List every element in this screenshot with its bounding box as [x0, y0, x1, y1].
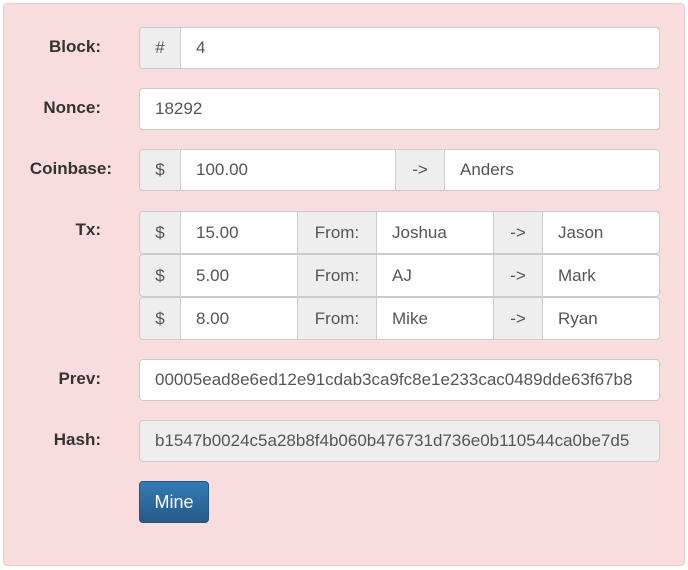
- block-prefix-addon: #: [139, 27, 181, 69]
- hash-label: Hash:: [53, 430, 101, 449]
- nonce-input[interactable]: 18292: [139, 88, 660, 130]
- tx-currency-addon: $: [139, 211, 181, 254]
- tx-row: $ 5.00 From: AJ -> Mark: [139, 254, 660, 297]
- block-input-group: # 4: [139, 27, 660, 69]
- block-number-input[interactable]: 4: [180, 27, 660, 69]
- block-hash-field: b1547b0024c5a28b8f4b060b476731d736e0b110…: [139, 420, 660, 462]
- coinbase-arrow-addon: ->: [395, 149, 445, 191]
- tx-from-addon: From:: [297, 254, 377, 297]
- tx-arrow-addon: ->: [493, 254, 543, 297]
- nonce-input-group: 18292: [139, 88, 660, 130]
- tx-sender-input[interactable]: Mike: [376, 297, 494, 340]
- tx-arrow-addon: ->: [493, 211, 543, 254]
- coinbase-amount-input[interactable]: 100.00: [180, 149, 396, 191]
- tx-amount-input[interactable]: 8.00: [180, 297, 298, 340]
- tx-sender-input[interactable]: Joshua: [376, 211, 494, 254]
- prev-hash-input[interactable]: 00005ead8e6ed12e91cdab3ca9fc8e1e233cac04…: [139, 359, 660, 401]
- coinbase-currency-addon: $: [139, 149, 181, 191]
- coinbase-recipient-input[interactable]: Anders: [444, 149, 660, 191]
- tx-sender-input[interactable]: AJ: [376, 254, 494, 297]
- tx-label: Tx:: [75, 220, 102, 239]
- tx-row: $ 8.00 From: Mike -> Ryan: [139, 297, 660, 340]
- tx-arrow-addon: ->: [493, 297, 543, 340]
- tx-amount-input[interactable]: 5.00: [180, 254, 298, 297]
- coinbase-input-group: $ 100.00 -> Anders: [139, 149, 660, 191]
- prev-input-group: 00005ead8e6ed12e91cdab3ca9fc8e1e233cac04…: [139, 359, 660, 401]
- nonce-label: Nonce:: [43, 98, 101, 117]
- tx-recipient-input[interactable]: Jason: [542, 211, 660, 254]
- coinbase-label: Coinbase:: [29, 159, 112, 178]
- tx-recipient-input[interactable]: Mark: [542, 254, 660, 297]
- prev-label: Prev:: [58, 369, 101, 388]
- hash-input-group: b1547b0024c5a28b8f4b060b476731d736e0b110…: [139, 420, 660, 462]
- tx-row: $ 15.00 From: Joshua -> Jason: [139, 211, 660, 254]
- tx-currency-addon: $: [139, 297, 181, 340]
- block-label: Block:: [49, 37, 101, 56]
- tx-currency-addon: $: [139, 254, 181, 297]
- mine-button[interactable]: Mine: [139, 481, 209, 523]
- tx-recipient-input[interactable]: Ryan: [542, 297, 660, 340]
- tx-from-addon: From:: [297, 211, 377, 254]
- tx-amount-input[interactable]: 15.00: [180, 211, 298, 254]
- tx-from-addon: From:: [297, 297, 377, 340]
